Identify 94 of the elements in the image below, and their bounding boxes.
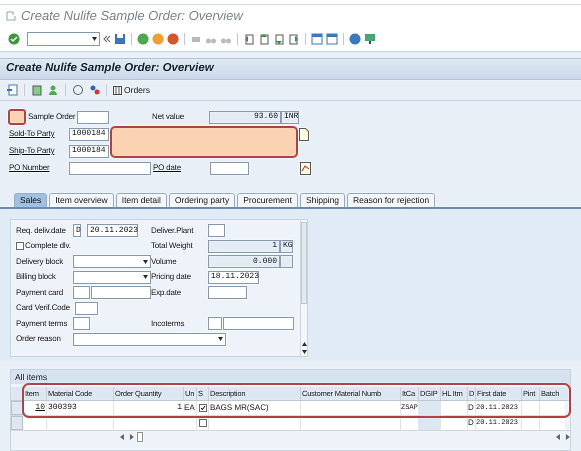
dropdown-field[interactable] <box>73 255 151 268</box>
down-arrow-icon[interactable] <box>302 350 306 354</box>
checkbox[interactable] <box>198 419 206 427</box>
row-selector[interactable] <box>11 401 23 415</box>
field-label: Exp.date <box>151 286 182 298</box>
input-field[interactable] <box>208 317 222 330</box>
tab[interactable]: Ordering party <box>168 193 236 207</box>
field-label: Req. deliv.date <box>16 224 67 236</box>
input-field[interactable] <box>69 162 151 174</box>
input-field[interactable] <box>77 110 109 124</box>
previous-page-icon[interactable] <box>258 33 270 45</box>
input-field[interactable] <box>208 286 247 299</box>
input-field[interactable]: 1 <box>208 240 280 252</box>
checkbox[interactable] <box>16 242 24 250</box>
table-cell[interactable]: 10 <box>23 401 46 415</box>
tab[interactable]: Item detail <box>116 193 167 207</box>
field-label: Sample Order <box>28 111 76 123</box>
input-field[interactable] <box>73 286 90 299</box>
field-label: Net value <box>152 111 185 123</box>
dropdown-field[interactable] <box>73 270 151 284</box>
input-field[interactable] <box>208 224 225 237</box>
display-icon[interactable] <box>6 84 18 96</box>
field-label[interactable]: PO Number <box>9 162 69 174</box>
scroll-arrows-icon[interactable] <box>120 434 134 440</box>
field-label[interactable]: Sold-To Party <box>9 128 69 140</box>
document-icon[interactable] <box>31 84 43 96</box>
input-field[interactable]: 20.11.2023 <box>87 224 138 237</box>
document-icon <box>6 11 16 21</box>
table-icon <box>113 86 122 94</box>
table-cell: BAGS MR(SAC) <box>208 401 300 415</box>
command-field[interactable] <box>27 32 100 46</box>
up-arrow-icon[interactable] <box>302 342 306 346</box>
caret-icon <box>218 337 223 341</box>
input-field[interactable] <box>75 302 98 314</box>
confirm-check-icon[interactable] <box>8 33 20 45</box>
person-icon[interactable] <box>47 84 59 96</box>
field-label: Order reason <box>16 333 62 345</box>
tab[interactable]: Procurement <box>237 193 298 207</box>
input-field[interactable] <box>223 317 294 330</box>
input-field[interactable] <box>91 286 151 299</box>
new-window-icon[interactable] <box>311 33 323 45</box>
table-cell: D <box>467 401 475 415</box>
tab[interactable]: Shipping <box>300 193 346 207</box>
field-label: Payment card <box>16 286 64 298</box>
screen-title: Create Nulife Sample Order: Overview <box>6 61 214 76</box>
input-field[interactable]: 1000184 <box>69 128 109 140</box>
table-cell: 1 <box>113 401 183 415</box>
save-icon[interactable] <box>114 33 126 45</box>
dropdown-field[interactable] <box>73 332 226 346</box>
input-field[interactable]: 18.11.2023 <box>208 270 259 284</box>
field-label: Complete dlv. <box>25 240 71 252</box>
field-label: Total Weight <box>151 240 194 252</box>
calendar-icon[interactable] <box>300 162 311 174</box>
redaction-block <box>8 109 26 125</box>
field-label: Deliver.Plant <box>151 224 194 236</box>
field-label: Payment terms <box>16 318 68 330</box>
net-value-field[interactable]: 93.60 <box>209 110 281 124</box>
field-label: Billing block <box>16 271 57 283</box>
scroll-arrows-icon[interactable] <box>556 434 570 440</box>
input-field[interactable] <box>73 317 90 330</box>
field-label: Pricing date <box>151 271 192 283</box>
scrollbar[interactable] <box>300 220 307 356</box>
table-cell: 300393 <box>46 401 113 415</box>
input-field[interactable]: D <box>73 224 81 237</box>
input-field[interactable]: 0.000 <box>208 255 280 268</box>
checkbox[interactable] <box>198 404 206 412</box>
orders-button[interactable]: Orders <box>113 84 150 96</box>
tab[interactable]: Reason for rejection <box>347 193 436 207</box>
monitor-icon[interactable] <box>364 33 376 45</box>
unit-field[interactable] <box>280 255 293 268</box>
field-label[interactable]: Ship-To Party <box>9 145 69 157</box>
currency-field[interactable]: INR <box>281 110 299 124</box>
input-field[interactable] <box>210 162 249 174</box>
field-label: Incoterms <box>151 318 186 330</box>
unit-field[interactable]: KG <box>280 240 293 252</box>
tab[interactable]: Sales <box>14 193 48 207</box>
table-cell: EA <box>183 401 196 415</box>
tab[interactable]: Item overview <box>49 193 114 207</box>
next-page-icon[interactable] <box>273 33 285 45</box>
last-page-icon[interactable] <box>288 33 300 45</box>
caret-icon <box>92 37 97 41</box>
input-field[interactable]: 1000184 <box>69 144 109 158</box>
first-page-icon[interactable] <box>243 33 255 45</box>
shortcut-icon[interactable] <box>326 33 338 45</box>
caret-icon <box>143 260 148 264</box>
double-chevron-icon[interactable] <box>103 35 111 43</box>
field-label: Delivery block <box>16 256 64 268</box>
caret-icon <box>143 275 148 279</box>
window-title: Create Nulife Sample Order: Overview <box>21 7 243 26</box>
table-title: All items <box>15 370 48 384</box>
field-label: Volume <box>151 256 178 268</box>
field-label: Card Verif.Code <box>16 302 71 314</box>
scroll-thumb[interactable] <box>136 432 143 442</box>
field-label[interactable]: PO date <box>153 162 210 174</box>
